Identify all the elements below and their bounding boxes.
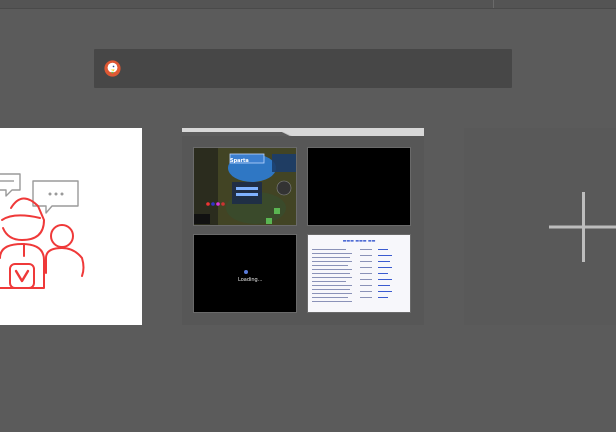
folder-thumbnail-game[interactable]: Sparta — [193, 147, 297, 226]
folder-thumbnail-loading[interactable]: Loading... — [193, 234, 297, 313]
folder-thumbnail-black[interactable] — [307, 147, 411, 226]
speed-dial-community[interactable] — [0, 128, 142, 325]
plus-icon — [549, 192, 616, 262]
toolbar-divider — [493, 0, 494, 8]
top-toolbar — [0, 0, 616, 9]
loading-spinner-icon — [244, 270, 248, 274]
folder-thumbnail-document[interactable]: ▬▬▬ ▬▬▬ ▬▬ — [307, 234, 411, 313]
speed-dial-folder[interactable]: Sparta Loading... ▬▬▬ ▬▬▬ ▬▬ — [182, 136, 424, 325]
search-input[interactable] — [130, 49, 504, 88]
loading-text: Loading... — [238, 277, 263, 283]
duckduckgo-icon[interactable] — [104, 60, 121, 77]
document-heading: ▬▬▬ ▬▬▬ ▬▬ — [342, 238, 376, 243]
vivaldi-community-icon — [0, 173, 85, 289]
add-speed-dial-button[interactable] — [464, 128, 616, 325]
game-title: Sparta — [230, 158, 249, 164]
search-bar[interactable] — [94, 49, 512, 88]
